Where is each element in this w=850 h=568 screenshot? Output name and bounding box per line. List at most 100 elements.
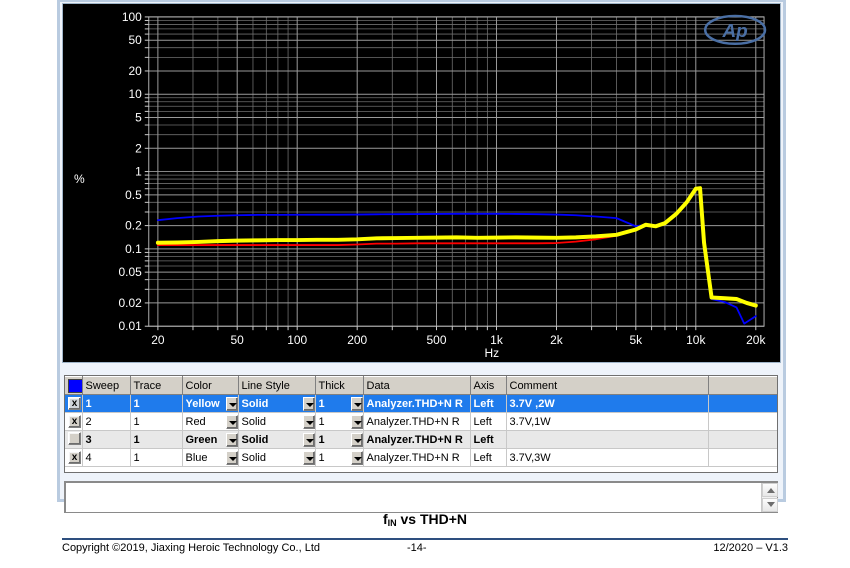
x-tick-label: 100: [287, 333, 307, 347]
cell-color[interactable]: Green: [182, 430, 239, 449]
cell-data[interactable]: Analyzer.THD+N R: [363, 412, 471, 431]
cell-comment[interactable]: 3.7V ,2W: [506, 394, 709, 413]
row-enable-cell[interactable]: x: [65, 448, 83, 467]
comment-textarea[interactable]: [64, 481, 778, 513]
cell-axis[interactable]: Left: [470, 394, 507, 413]
col-header-axis[interactable]: Axis: [470, 376, 507, 395]
x-tick-label: 200: [347, 333, 367, 347]
cell-sweep[interactable]: 4: [82, 448, 131, 467]
col-header-data[interactable]: Data: [363, 376, 471, 395]
cell-comment[interactable]: 3.7V,1W: [506, 412, 709, 431]
color-swatch-icon[interactable]: [68, 379, 81, 393]
row-enable-cell[interactable]: x: [65, 412, 83, 431]
thd-plot-svg[interactable]: 0.01 0.02 0.05 0.1 0.2 0.5 1 2 5 10 20 50 100 20 50 10…: [63, 4, 780, 362]
cell-thick[interactable]: 1: [315, 430, 364, 449]
cell-spacer[interactable]: [708, 430, 777, 449]
table-row[interactable]: x 2 1 Red Solid 1 Analyzer.THD+N R Left 3.7V,1W: [65, 412, 777, 431]
x-tick-label: 20: [151, 333, 165, 347]
chevron-down-icon[interactable]: [225, 450, 237, 465]
y-tick-label: 0.1: [125, 242, 142, 256]
cell-color-value: Green: [185, 433, 218, 446]
scroll-down-arrow-icon[interactable]: [762, 498, 778, 512]
cell-color[interactable]: Yellow: [182, 394, 239, 413]
ap-logo-text: Ap: [722, 21, 748, 42]
trace-disabled-icon[interactable]: [68, 431, 81, 445]
cell-line-style[interactable]: Solid: [238, 448, 316, 467]
table-row[interactable]: x 1 1 Yellow Solid 1 Analyzer.THD+N R Left 3.7V …: [65, 394, 777, 413]
cell-sweep[interactable]: 1: [82, 394, 131, 413]
cell-sweep[interactable]: 3: [82, 430, 131, 449]
sweep-table-container[interactable]: Sweep Trace Color Line Style Thick Data …: [64, 375, 778, 473]
col-header-thick[interactable]: Thick: [315, 376, 364, 395]
chevron-down-icon[interactable]: [225, 396, 237, 411]
cell-axis[interactable]: Left: [470, 448, 507, 467]
col-header-comment[interactable]: Comment: [506, 376, 709, 395]
cell-line-style-value: Solid: [241, 397, 269, 410]
cell-data[interactable]: Analyzer.THD+N R: [363, 394, 471, 413]
table-row[interactable]: x 4 1 Blue Solid 1 Analyzer.THD+N R Left 3.7V,3W: [65, 448, 777, 467]
chevron-down-icon[interactable]: [225, 432, 237, 447]
chevron-down-icon[interactable]: [350, 414, 362, 429]
thd-plot-frame[interactable]: 0.01 0.02 0.05 0.1 0.2 0.5 1 2 5 10 20 50 100 20 50 10…: [62, 3, 781, 363]
chevron-down-icon[interactable]: [350, 396, 362, 411]
y-tick-label: 0.05: [119, 265, 143, 279]
cell-data[interactable]: Analyzer.THD+N R: [363, 448, 471, 467]
trace-enabled-x-icon[interactable]: x: [68, 397, 81, 410]
cell-color[interactable]: Blue: [182, 448, 239, 467]
y-tick-label: 0.01: [119, 319, 143, 333]
y-tick-label: 10: [128, 87, 142, 101]
cell-line-style[interactable]: Solid: [238, 394, 316, 413]
x-axis-title: Hz: [484, 346, 499, 360]
chevron-down-icon[interactable]: [302, 414, 314, 429]
cell-trace[interactable]: 1: [130, 430, 183, 449]
cell-spacer[interactable]: [708, 394, 777, 413]
chevron-down-icon[interactable]: [350, 432, 362, 447]
x-tick-label: 20k: [746, 333, 765, 347]
color-swatch-header[interactable]: [65, 376, 83, 395]
col-header-sweep[interactable]: Sweep: [82, 376, 131, 395]
col-header-color[interactable]: Color: [182, 376, 239, 395]
sweep-table-header-row: Sweep Trace Color Line Style Thick Data …: [65, 376, 777, 395]
cell-thick[interactable]: 1: [315, 412, 364, 431]
cell-sweep[interactable]: 2: [82, 412, 131, 431]
footer-divider: [62, 538, 788, 540]
cell-trace[interactable]: 1: [130, 394, 183, 413]
footer-copyright: Copyright ©2019, Jiaxing Heroic Technolo…: [62, 542, 320, 554]
scroll-up-arrow-icon[interactable]: [762, 483, 778, 497]
cell-thick[interactable]: 1: [315, 394, 364, 413]
y-tick-label: 50: [128, 33, 142, 47]
cell-comment[interactable]: [506, 430, 709, 449]
comment-scrollbar[interactable]: [761, 483, 778, 512]
cell-data[interactable]: Analyzer.THD+N R: [363, 430, 471, 449]
y-tick-label: 20: [128, 64, 142, 78]
cell-comment[interactable]: 3.7V,3W: [506, 448, 709, 467]
y-tick-label: 100: [122, 10, 142, 24]
cell-thick[interactable]: 1: [315, 448, 364, 467]
chevron-down-icon[interactable]: [225, 414, 237, 429]
col-header-trace[interactable]: Trace: [130, 376, 183, 395]
col-header-line-style[interactable]: Line Style: [238, 376, 316, 395]
cell-line-style[interactable]: Solid: [238, 412, 316, 431]
sweep-table: Sweep Trace Color Line Style Thick Data …: [65, 376, 777, 467]
cell-spacer[interactable]: [708, 412, 777, 431]
table-row[interactable]: 3 1 Green Solid 1 Analyzer.THD+N R Left: [65, 430, 777, 449]
chevron-down-icon[interactable]: [350, 450, 362, 465]
y-tick-label: 0.02: [119, 296, 143, 310]
x-tick-label: 1k: [490, 333, 503, 347]
cell-trace[interactable]: 1: [130, 448, 183, 467]
chevron-down-icon[interactable]: [302, 450, 314, 465]
x-tick-label: 500: [427, 333, 447, 347]
cell-spacer[interactable]: [708, 448, 777, 467]
cell-trace[interactable]: 1: [130, 412, 183, 431]
chevron-down-icon[interactable]: [302, 432, 314, 447]
cell-axis[interactable]: Left: [470, 430, 507, 449]
cell-axis[interactable]: Left: [470, 412, 507, 431]
chevron-down-icon[interactable]: [302, 396, 314, 411]
row-enable-cell[interactable]: x: [65, 394, 83, 413]
cell-line-style[interactable]: Solid: [238, 430, 316, 449]
sweep-table-body: x 1 1 Yellow Solid 1 Analyzer.THD+N R Left 3.7V …: [65, 394, 777, 467]
cell-color[interactable]: Red: [182, 412, 239, 431]
trace-enabled-x-icon[interactable]: x: [68, 451, 81, 464]
trace-enabled-x-icon[interactable]: x: [68, 415, 81, 428]
row-enable-cell[interactable]: [65, 430, 83, 449]
